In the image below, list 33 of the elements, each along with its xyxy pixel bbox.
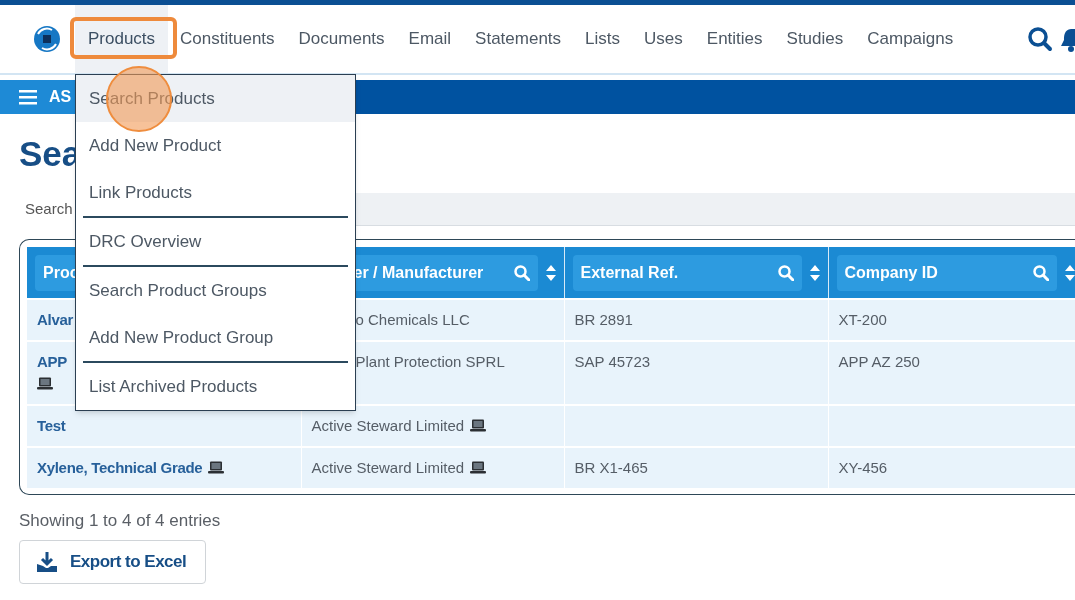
table-cell: XT-200 [838, 311, 887, 328]
menu-item[interactable]: DRC Overview [76, 218, 355, 265]
nav-tab[interactable]: Uses [632, 5, 695, 73]
product-link[interactable]: Alvar [37, 311, 74, 328]
menu-item[interactable]: List Archived Products [76, 363, 355, 410]
nav-tab[interactable]: Campaigns [855, 5, 966, 73]
breadcrumb-label: AS [49, 87, 72, 107]
nav-tab[interactable]: Constituents [168, 5, 287, 73]
product-link[interactable]: APP [37, 353, 67, 370]
nav-tab[interactable]: Email [396, 5, 464, 73]
table-cell: XY-456 [838, 459, 888, 476]
menu-item[interactable]: Add New Product Group [76, 314, 355, 361]
table-cell: APP AZ 250 [838, 353, 920, 370]
menu-item[interactable]: Search Product Groups [76, 267, 355, 314]
table-cell: BR X1-465 [574, 459, 648, 476]
table-cell: SAP 45723 [574, 353, 651, 370]
table-cell: Active Steward Limited [311, 459, 465, 476]
product-link[interactable]: Xylene, Technical Grade [37, 459, 203, 476]
nav-tab[interactable]: Statements [463, 5, 574, 73]
table-cell: BR 2891 [574, 311, 633, 328]
nav-tab[interactable]: Entities [694, 5, 775, 73]
table-cell: o Chemicals LLC [355, 311, 470, 328]
nav-tab[interactable]: Documents [286, 5, 397, 73]
nav-tab[interactable]: Lists [573, 5, 633, 73]
menu-item[interactable]: Link Products [76, 169, 355, 216]
search-label: Search [24, 199, 74, 220]
menu-item[interactable]: Add New Product [76, 122, 355, 169]
product-link[interactable]: Test [37, 417, 66, 434]
export-button[interactable]: Export to Excel [19, 540, 206, 584]
nav-tab[interactable]: Studies [774, 5, 856, 73]
table-cell: Active Steward Limited [311, 417, 465, 434]
table-cell: Plant Protection SPRL [355, 353, 505, 370]
entries-info: Showing 1 to 4 of 4 entries [19, 510, 222, 532]
